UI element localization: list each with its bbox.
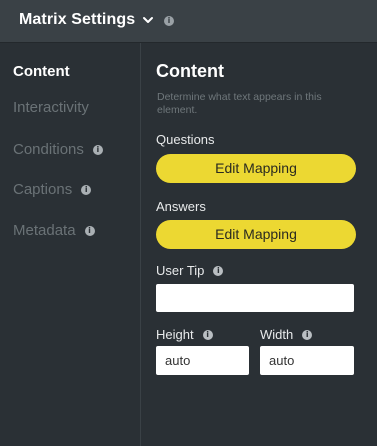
answers-edit-mapping-button[interactable]: Edit Mapping xyxy=(156,220,356,249)
sidebar-item-label: Interactivity xyxy=(13,99,89,116)
settings-sidebar: Content Interactivity Conditions i Capti… xyxy=(0,43,141,446)
info-icon[interactable]: i xyxy=(164,16,174,26)
sidebar-item-metadata[interactable]: Metadata i xyxy=(13,222,95,239)
info-icon[interactable]: i xyxy=(81,184,92,195)
height-input[interactable] xyxy=(156,346,249,375)
width-label: Width i xyxy=(260,327,313,342)
settings-header: Matrix Settings i xyxy=(0,0,377,43)
info-icon[interactable]: i xyxy=(302,329,313,340)
questions-edit-mapping-button[interactable]: Edit Mapping xyxy=(156,154,356,183)
user-tip-input[interactable] xyxy=(156,284,354,312)
height-label-text: Height xyxy=(156,327,194,342)
info-icon[interactable]: i xyxy=(213,265,224,276)
sidebar-item-captions[interactable]: Captions i xyxy=(13,181,92,198)
user-tip-label-text: User Tip xyxy=(156,263,205,278)
content-panel: Content Determine what text appears in t… xyxy=(142,43,377,446)
sidebar-item-content[interactable]: Content xyxy=(13,63,70,80)
info-icon[interactable]: i xyxy=(202,329,213,340)
answers-label: Answers xyxy=(156,199,206,214)
width-label-text: Width xyxy=(260,327,294,342)
sidebar-item-label: Content xyxy=(13,63,70,80)
info-icon[interactable]: i xyxy=(92,144,103,155)
sidebar-item-label: Captions xyxy=(13,181,73,198)
settings-title-dropdown[interactable]: Matrix Settings xyxy=(19,11,154,29)
sidebar-item-label: Conditions xyxy=(13,141,84,158)
height-label: Height i xyxy=(156,327,213,342)
user-tip-label: User Tip i xyxy=(156,263,224,278)
sidebar-item-conditions[interactable]: Conditions i xyxy=(13,141,103,158)
sidebar-item-interactivity[interactable]: Interactivity xyxy=(13,99,89,116)
sidebar-item-label: Metadata xyxy=(13,222,76,239)
chevron-down-icon xyxy=(143,17,154,23)
width-input[interactable] xyxy=(260,346,354,375)
questions-label-text: Questions xyxy=(156,132,215,147)
panel-description: Determine what text appears in this elem… xyxy=(157,91,322,116)
panel-title: Content xyxy=(156,61,224,81)
answers-label-text: Answers xyxy=(156,199,206,214)
questions-label: Questions xyxy=(156,132,215,147)
settings-title: Matrix Settings xyxy=(19,11,136,28)
info-icon[interactable]: i xyxy=(84,225,95,236)
